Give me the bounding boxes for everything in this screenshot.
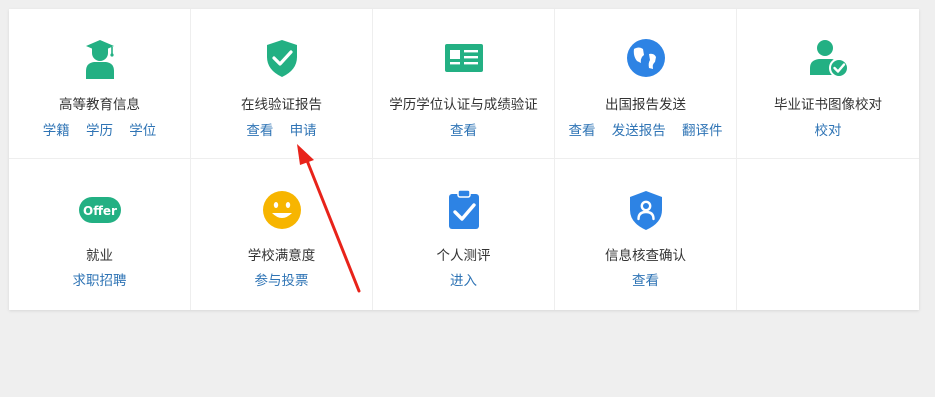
service-links: 参与投票	[191, 269, 372, 289]
service-title: 高等教育信息	[59, 97, 140, 113]
services-panel: 高等教育信息 学籍 学历 学位 在线验证报告 查看 申请 学历学位认证与成绩验证…	[9, 9, 919, 310]
link-proofread[interactable]: 校对	[815, 123, 842, 139]
service-links: 进入	[373, 269, 554, 289]
link-view[interactable]: 查看	[246, 123, 273, 139]
service-title: 在线验证报告	[241, 97, 322, 113]
globe-icon[interactable]	[625, 37, 667, 79]
service-links: 求职招聘	[9, 269, 190, 289]
service-links: 查看	[373, 119, 554, 139]
link-enter[interactable]: 进入	[450, 273, 477, 289]
service-card-empty	[737, 159, 919, 310]
service-card-overseas-report: 出国报告发送 查看 发送报告 翻译件	[555, 9, 737, 159]
link-view[interactable]: 查看	[450, 123, 477, 139]
service-links: 查看	[555, 269, 736, 289]
offer-icon[interactable]: Offer	[78, 189, 121, 231]
graduate-icon[interactable]	[79, 37, 121, 79]
link-xueji[interactable]: 学籍	[43, 123, 70, 139]
link-vote[interactable]: 参与投票	[255, 273, 309, 289]
clipboard-check-icon[interactable]	[443, 189, 485, 231]
service-title: 出国报告发送	[605, 97, 686, 113]
service-links: 查看 发送报告 翻译件	[555, 119, 736, 139]
service-card-certification: 学历学位认证与成绩验证 查看	[373, 9, 555, 159]
shield-check-icon[interactable]	[261, 37, 303, 79]
service-card-personal-assessment: 个人测评 进入	[373, 159, 555, 310]
service-card-higher-education: 高等教育信息 学籍 学历 学位	[9, 9, 191, 159]
link-apply[interactable]: 申请	[290, 123, 317, 139]
service-title: 就业	[86, 248, 113, 264]
link-send-report[interactable]: 发送报告	[612, 123, 666, 139]
link-job-recruitment[interactable]: 求职招聘	[73, 273, 127, 289]
user-check-icon[interactable]	[807, 37, 849, 79]
service-links: 学籍 学历 学位	[9, 119, 190, 139]
offer-icon-label: Offer	[83, 204, 117, 218]
service-card-online-report: 在线验证报告 查看 申请	[191, 9, 373, 159]
service-card-diploma-proofread: 毕业证书图像校对 校对	[737, 9, 919, 159]
link-xuewei[interactable]: 学位	[129, 123, 156, 139]
service-card-info-verification: 信息核查确认 查看	[555, 159, 737, 310]
shield-user-icon[interactable]	[625, 189, 667, 231]
link-view[interactable]: 查看	[632, 273, 659, 289]
service-links: 查看 申请	[191, 119, 372, 139]
link-translation[interactable]: 翻译件	[682, 123, 723, 139]
services-grid: 高等教育信息 学籍 学历 学位 在线验证报告 查看 申请 学历学位认证与成绩验证…	[9, 9, 919, 310]
service-links: 校对	[737, 119, 919, 139]
service-title: 个人测评	[436, 248, 491, 264]
link-xueli[interactable]: 学历	[86, 123, 113, 139]
service-title: 学校满意度	[247, 248, 316, 264]
link-view[interactable]: 查看	[568, 123, 595, 139]
service-card-employment: Offer 就业 求职招聘	[9, 159, 191, 310]
id-card-icon[interactable]	[443, 37, 485, 79]
smiley-icon[interactable]	[261, 189, 303, 231]
service-title: 信息核查确认	[605, 248, 686, 264]
service-card-satisfaction: 学校满意度 参与投票	[191, 159, 373, 310]
service-title: 学历学位认证与成绩验证	[389, 97, 538, 113]
service-title: 毕业证书图像校对	[774, 97, 882, 113]
